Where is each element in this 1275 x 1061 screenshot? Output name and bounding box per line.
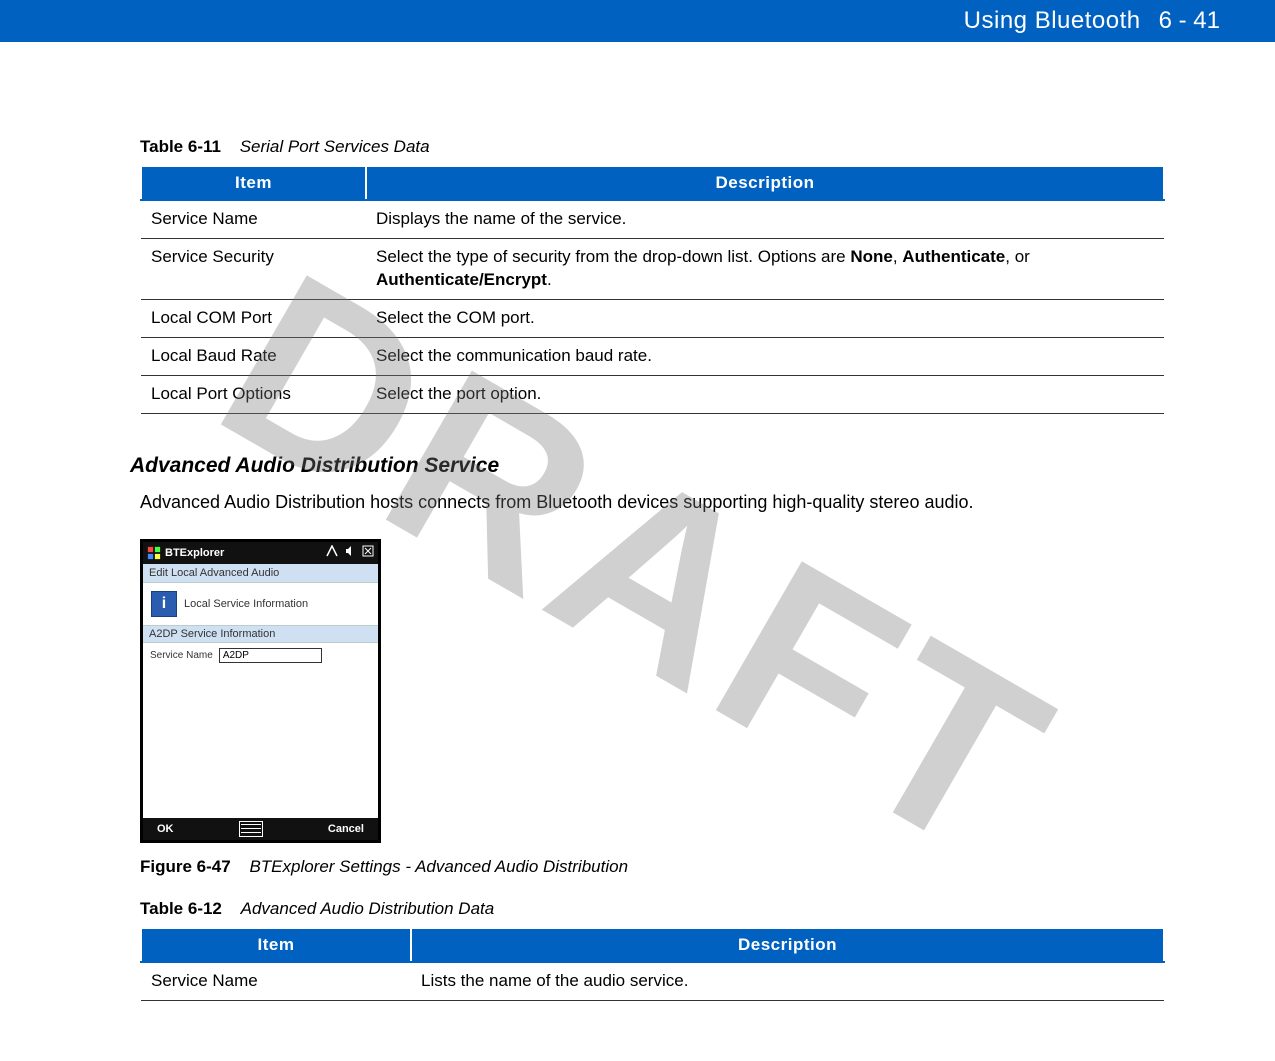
cell-item: Service Name (141, 200, 366, 238)
table-611-label: Table 6-11 (140, 137, 221, 156)
ss-info-row: i Local Service Information (143, 583, 378, 625)
cell-desc: Lists the name of the audio service. (411, 962, 1164, 1000)
ss-panel-title: Edit Local Advanced Audio (143, 564, 378, 583)
section-title: Advanced Audio Distribution Service (130, 454, 1165, 478)
table-row: Local Baud Rate Select the communication… (141, 337, 1164, 375)
table-611: Item Description Service Name Displays t… (140, 165, 1165, 414)
cell-desc: Select the COM port. (366, 299, 1164, 337)
table-row: Local COM Port Select the COM port. (141, 299, 1164, 337)
ok-button[interactable]: OK (157, 823, 174, 835)
cell-desc: Select the communication baud rate. (366, 337, 1164, 375)
cell-desc: Displays the name of the service. (366, 200, 1164, 238)
close-icon[interactable] (360, 545, 374, 560)
table-612-caption: Table 6-12 Advanced Audio Distribution D… (140, 899, 1165, 919)
service-name-input[interactable] (219, 648, 322, 663)
ss-field-label: Service Name (150, 650, 213, 661)
ss-sub-header: A2DP Service Information (143, 625, 378, 643)
cell-item: Service Security (141, 238, 366, 299)
table-row: Local Port Options Select the port optio… (141, 375, 1164, 413)
info-icon: i (151, 591, 177, 617)
cancel-button[interactable]: Cancel (328, 823, 364, 835)
table-611-hdr-item: Item (141, 166, 366, 200)
table-612-label: Table 6-12 (140, 899, 222, 918)
ss-bottombar: OK Cancel (143, 818, 378, 840)
figure-647-caption: Figure 6-47 BTExplorer Settings - Advanc… (140, 857, 1165, 877)
table-612-title: Advanced Audio Distribution Data (241, 899, 495, 918)
cell-item: Local Baud Rate (141, 337, 366, 375)
cell-item: Local Port Options (141, 375, 366, 413)
table-612-hdr-item: Item (141, 928, 411, 962)
table-611-caption: Table 6-11 Serial Port Services Data (140, 137, 1165, 157)
chapter-title: Using Bluetooth (964, 7, 1141, 35)
table-612-hdr-desc: Description (411, 928, 1164, 962)
table-611-hdr-desc: Description (366, 166, 1164, 200)
page-header: Using Bluetooth 6 - 41 (0, 0, 1275, 42)
volume-icon[interactable] (342, 545, 356, 560)
figure-647-title: BTExplorer Settings - Advanced Audio Dis… (249, 857, 628, 876)
cell-desc: Select the type of security from the dro… (366, 238, 1164, 299)
ss-info-label: Local Service Information (184, 598, 308, 610)
ss-titlebar: BTExplorer (143, 542, 378, 564)
figure-647-label: Figure 6-47 (140, 857, 231, 876)
page-number: 6 - 41 (1159, 7, 1220, 35)
ss-app-title: BTExplorer (165, 547, 320, 559)
cell-item: Service Name (141, 962, 411, 1000)
ss-service-name-field: Service Name (143, 643, 378, 668)
screenshot-btexplorer: BTExplorer Edit Local Advanced Audio i L… (140, 539, 381, 843)
cell-desc: Select the port option. (366, 375, 1164, 413)
keyboard-icon[interactable] (239, 821, 263, 837)
section-body: Advanced Audio Distribution hosts connec… (140, 492, 1165, 513)
table-611-title: Serial Port Services Data (240, 137, 430, 156)
windows-start-icon[interactable] (147, 546, 161, 560)
connectivity-icon[interactable] (324, 545, 338, 560)
ss-blank-area (143, 668, 378, 818)
table-row: Service Security Select the type of secu… (141, 238, 1164, 299)
cell-item: Local COM Port (141, 299, 366, 337)
table-row: Service Name Displays the name of the se… (141, 200, 1164, 238)
table-row: Service Name Lists the name of the audio… (141, 962, 1164, 1000)
table-612: Item Description Service Name Lists the … (140, 927, 1165, 1001)
